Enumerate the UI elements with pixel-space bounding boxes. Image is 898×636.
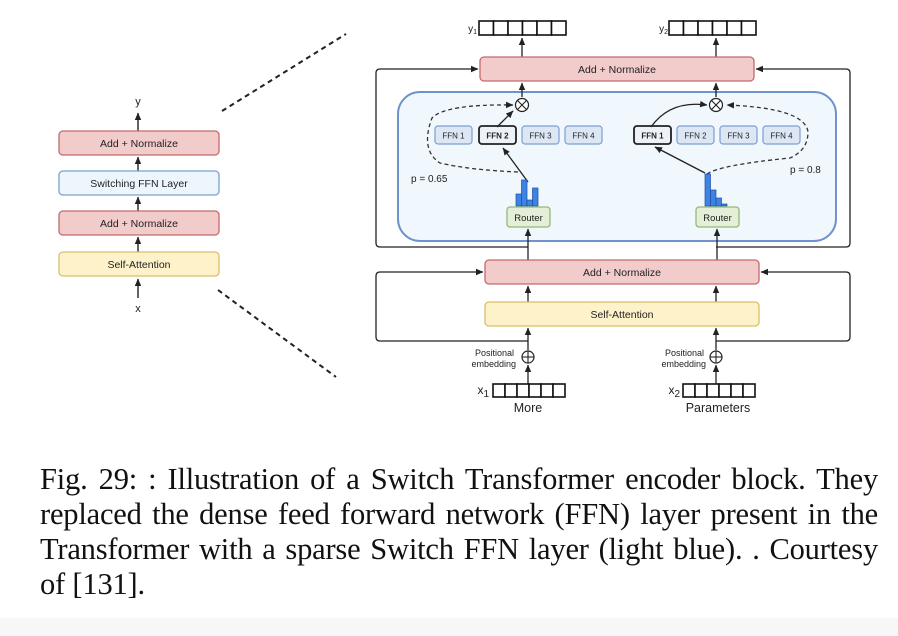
left-input-label: x (135, 303, 141, 315)
token-cell (540, 383, 554, 398)
right-self-attention-label: Self-Attention (590, 309, 653, 321)
expert-label: FFN 2 (486, 132, 509, 141)
expert-label: FFN 1 (641, 132, 664, 141)
token-cell (516, 383, 530, 398)
zoom-line-bottom (217, 289, 337, 378)
right-add-normalize-top-label: Add + Normalize (578, 64, 656, 76)
expert-label: FFN 4 (770, 132, 793, 141)
expert-label: FFN 1 (442, 132, 465, 141)
output-token-vector-y2 (668, 20, 757, 36)
token-cell (711, 20, 728, 36)
output-label-y2: y2 (659, 24, 668, 36)
probability-label-2: p = 0.8 (790, 165, 821, 176)
token-cell (528, 383, 542, 398)
token-cell (706, 383, 720, 398)
token-cell (742, 383, 756, 398)
token-cell (504, 383, 518, 398)
token-cell (550, 20, 567, 36)
expert-label: FFN 3 (727, 132, 750, 141)
router-prob-bar (526, 199, 533, 207)
token-cell (536, 20, 553, 36)
router-prob-bar (710, 189, 717, 207)
token-word-1: More (514, 401, 543, 415)
token-cell (521, 20, 538, 36)
zoom-line-top (221, 33, 347, 112)
expert-label: FFN 2 (684, 132, 707, 141)
token-cell (552, 383, 566, 398)
token-cell (682, 383, 696, 398)
router-prob-bar (704, 173, 711, 207)
left-output-label: y (135, 96, 141, 108)
router-prob-bar (521, 179, 528, 207)
expert-1-4: FFN 4 (564, 125, 603, 145)
router-prob-bar (532, 187, 539, 207)
expert-label: FFN 4 (572, 132, 595, 141)
expert-1-1: FFN 1 (434, 125, 473, 145)
output-token-vector-y1 (478, 20, 567, 36)
add-icon (521, 350, 535, 364)
token-cell (478, 20, 495, 36)
left-self-attention-label: Self-Attention (107, 259, 170, 271)
multiply-icon (708, 97, 724, 113)
token-cell (507, 20, 524, 36)
expert-1-2: FFN 2 (478, 125, 517, 145)
token-cell (694, 383, 708, 398)
expert-label: FFN 3 (529, 132, 552, 141)
multiply-icon (514, 97, 530, 113)
router-2-label: Router (703, 213, 732, 224)
token-cell (740, 20, 757, 36)
left-switching-ffn-label: Switching FFN Layer (90, 178, 188, 190)
token-cell (718, 383, 732, 398)
token-cell (730, 383, 744, 398)
input-label-x2: x2 (668, 383, 680, 400)
expert-2-4: FFN 4 (762, 125, 801, 145)
token-cell (682, 20, 699, 36)
input-token-vector-x1 (492, 383, 566, 398)
pos-embedding-label-1a: Positional (475, 348, 514, 358)
output-label-y1: y1 (468, 24, 477, 36)
token-cell (726, 20, 743, 36)
page-bottom-band (0, 618, 898, 636)
pos-embedding-label-1b: embedding (471, 359, 516, 369)
pos-embedding-label-2b: embedding (661, 359, 706, 369)
input-label-x1: x1 (477, 383, 489, 400)
left-add-normalize-top-label: Add + Normalize (100, 138, 178, 150)
expert-2-1: FFN 1 (633, 125, 672, 145)
left-encoder-block: y Add + Normalize Switching FFN Layer Ad… (58, 96, 220, 315)
expert-2-2: FFN 2 (676, 125, 715, 145)
router-prob-bar (515, 193, 522, 207)
token-cell (697, 20, 714, 36)
probability-label-1: p = 0.65 (411, 174, 448, 185)
figure-caption: Fig. 29: : Illustration of a Switch Tran… (40, 462, 878, 601)
router-1-label: Router (514, 213, 543, 224)
add-icon (709, 350, 723, 364)
router-prob-bar (721, 203, 728, 207)
expert-2-3: FFN 3 (719, 125, 758, 145)
input-token-vector-x2 (682, 383, 756, 398)
right-encoder-block: y1 y2 Add + Normalize FFN 1 FFN 2 FFN 3 FFN… (375, 20, 851, 415)
token-cell (492, 383, 506, 398)
token-cell (668, 20, 685, 36)
pos-embedding-label-2a: Positional (665, 348, 704, 358)
expert-1-3: FFN 3 (521, 125, 560, 145)
token-cell (492, 20, 509, 36)
left-add-normalize-bottom-label: Add + Normalize (100, 218, 178, 230)
switch-ffn-region (397, 91, 837, 242)
token-word-2: Parameters (686, 401, 751, 415)
right-add-normalize-bottom-label: Add + Normalize (583, 267, 661, 279)
router-prob-bar (715, 197, 722, 207)
switch-transformer-diagram: y Add + Normalize Switching FFN Layer Ad… (58, 20, 851, 415)
